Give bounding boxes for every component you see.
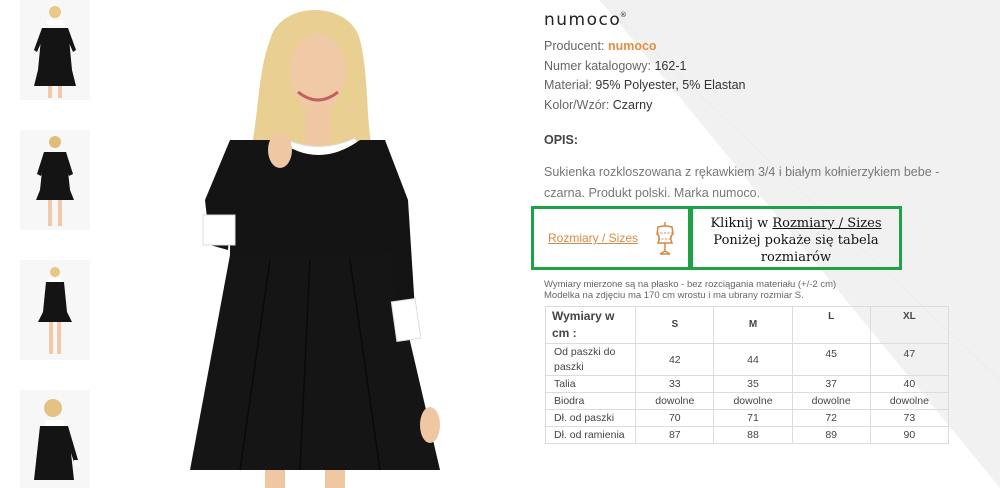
size-table-header-cell: L bbox=[791, 306, 871, 344]
table-row: Od paszki do paszki 42 44 45 47 bbox=[544, 343, 950, 376]
main-product-photo[interactable] bbox=[150, 0, 510, 488]
hint-line-3: rozmiarów bbox=[760, 250, 832, 265]
color-row: Kolor/Wzór: Czarny bbox=[544, 96, 964, 116]
size-table-header-cell: XL bbox=[869, 306, 950, 344]
catalog-label: Numer katalogowy: bbox=[544, 58, 651, 73]
material-label: Materiał: bbox=[544, 78, 592, 93]
producer-link[interactable]: numoco bbox=[608, 39, 657, 53]
product-meta: Producent: numoco Numer katalogowy: 162-… bbox=[544, 37, 964, 115]
table-cell: 33 bbox=[635, 375, 715, 393]
size-table-header-cell: Wymiary w cm : bbox=[544, 306, 637, 344]
catalog-row: Numer katalogowy: 162-1 bbox=[544, 57, 964, 77]
mannequin-icon[interactable] bbox=[652, 221, 678, 255]
table-row-label: Dł. od paszki bbox=[544, 409, 637, 427]
table-cell: 44 bbox=[713, 343, 793, 376]
table-row-label: Biodra bbox=[544, 392, 637, 410]
table-cell: 73 bbox=[869, 409, 950, 427]
registered-mark: ® bbox=[619, 11, 629, 19]
thumbnail-full[interactable] bbox=[20, 260, 90, 360]
producer-row: Producent: numoco bbox=[544, 37, 964, 57]
hint-line-2: Poniżej pokaże się tabela bbox=[713, 233, 879, 248]
hint-line-1: Kliknij w Rozmiary / Sizes bbox=[693, 215, 899, 232]
table-cell: dowolne bbox=[791, 392, 871, 410]
measurement-note-line-2: Modelka na zdjęciu ma 170 cm wrostu i ma… bbox=[544, 290, 804, 301]
table-row: Dł. od paszki 70 71 72 73 bbox=[544, 409, 950, 427]
brand-logo-text: NUMOCO bbox=[544, 10, 622, 30]
table-cell: 47 bbox=[869, 343, 950, 376]
catalog-value: 162-1 bbox=[654, 58, 687, 73]
table-cell: 45 bbox=[791, 343, 871, 376]
table-cell: 70 bbox=[635, 409, 715, 427]
product-info: NUMOCO ® Producent: numoco Numer katalogo… bbox=[544, 10, 964, 115]
size-table-header: Wymiary w cm : S M L XL bbox=[544, 306, 950, 344]
table-cell: 72 bbox=[791, 409, 871, 427]
table-cell: 89 bbox=[791, 426, 871, 444]
size-table: Wymiary w cm : S M L XL Od paszki do pas… bbox=[544, 306, 950, 444]
thumbnail-side[interactable] bbox=[20, 390, 90, 488]
table-row-label: Talia bbox=[544, 375, 637, 393]
table-row: Dł. od ramienia 87 88 89 90 bbox=[544, 426, 950, 444]
table-cell: 42 bbox=[635, 343, 715, 376]
table-cell: dowolne bbox=[635, 392, 715, 410]
table-row-label: Od paszki do paszki bbox=[544, 343, 637, 376]
table-cell: 71 bbox=[713, 409, 793, 427]
table-cell: 37 bbox=[791, 375, 871, 393]
hint-link: Rozmiary / Sizes bbox=[772, 216, 882, 231]
hint-prefix: Kliknij w bbox=[710, 216, 773, 231]
measurement-note: Wymiary mierzone są na płasko - bez rozc… bbox=[544, 279, 836, 301]
table-cell: 87 bbox=[635, 426, 715, 444]
size-table-header-cell: S bbox=[635, 306, 715, 344]
thumbnail-front[interactable] bbox=[20, 0, 90, 100]
measurement-note-line-1: Wymiary mierzone są na płasko - bez rozc… bbox=[544, 279, 837, 290]
producer-label: Producent: bbox=[544, 39, 605, 53]
description-title: OPIS: bbox=[544, 133, 579, 147]
material-value: 95% Polyester, 5% Elastan bbox=[595, 78, 746, 93]
table-cell: dowolne bbox=[713, 392, 793, 410]
table-cell: dowolne bbox=[869, 392, 950, 410]
table-row: Talia 33 35 37 40 bbox=[544, 375, 950, 393]
color-value: Czarny bbox=[612, 97, 653, 112]
table-cell: 40 bbox=[869, 375, 950, 393]
size-table-header-cell: M bbox=[713, 306, 793, 344]
brand-logo[interactable]: NUMOCO ® bbox=[544, 10, 627, 34]
color-label: Kolor/Wzór: bbox=[544, 97, 610, 112]
material-row: Materiał: 95% Polyester, 5% Elastan bbox=[544, 76, 964, 96]
thumbnail-back[interactable] bbox=[20, 130, 90, 230]
sizes-link[interactable]: Rozmiary / Sizes bbox=[548, 231, 638, 245]
sizes-hint-box: Kliknij w Rozmiary / Sizes Poniżej pokaż… bbox=[690, 206, 902, 270]
table-cell: 90 bbox=[869, 426, 950, 444]
table-cell: 35 bbox=[713, 375, 793, 393]
table-cell: 88 bbox=[713, 426, 793, 444]
table-row-label: Dł. od ramienia bbox=[544, 426, 637, 444]
table-row: Biodra dowolne dowolne dowolne dowolne bbox=[544, 392, 950, 410]
description-text: Sukienka rozkloszowana z rękawkiem 3/4 i… bbox=[544, 165, 940, 200]
sizes-highlight-box: Rozmiary / Sizes bbox=[531, 206, 691, 270]
